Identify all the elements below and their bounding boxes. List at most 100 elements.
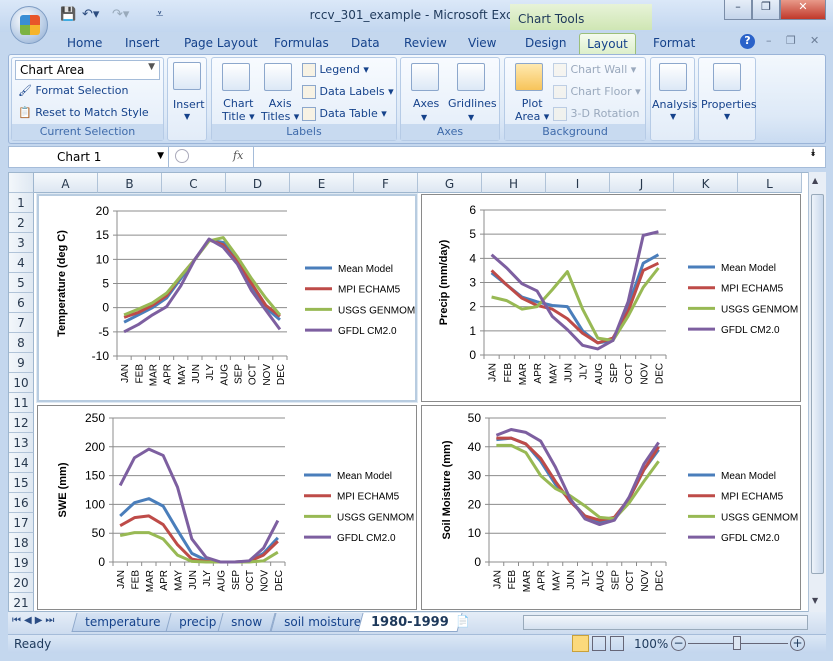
zoom-level[interactable]: 100%	[634, 637, 668, 651]
column-header[interactable]: L	[738, 173, 802, 193]
workbook-minimize-icon[interactable]: –	[766, 34, 772, 47]
formula-input[interactable]	[253, 147, 818, 167]
column-header[interactable]: J	[610, 173, 674, 193]
reset-label: Reset to Match Style	[35, 106, 149, 119]
properties-icon	[713, 63, 741, 91]
name-box-value: Chart 1	[57, 150, 102, 164]
sheet-nav-icons[interactable]: ⏮◀▶⏭	[12, 615, 57, 626]
sheet-tab-temperature[interactable]: temperature	[71, 613, 174, 632]
3d-rotation-button[interactable]: 3-D Rotation	[553, 107, 639, 121]
zoom-slider-thumb[interactable]	[733, 636, 741, 650]
tab-page-layout[interactable]: Page Layout	[184, 36, 258, 50]
axis-titles-button[interactable]: Axis Titles ▾	[261, 97, 299, 123]
gridlines-button[interactable]: Gridlines ▼	[448, 97, 497, 123]
data-labels-button[interactable]: Data Labels ▾	[302, 85, 394, 99]
vertical-scrollbar[interactable]: ▲ ▼	[808, 172, 826, 612]
column-header[interactable]: B	[98, 173, 162, 193]
row-header[interactable]: 3	[9, 233, 34, 253]
sheet-tab-1980-1999[interactable]: 1980-1999	[357, 613, 463, 632]
sheet-tab-snow[interactable]: snow	[217, 613, 276, 632]
scroll-down-icon[interactable]: ▼	[812, 596, 818, 605]
column-header[interactable]: C	[162, 173, 226, 193]
expand-formula-bar-icon[interactable]: ⯯	[810, 148, 816, 159]
column-header[interactable]: K	[674, 173, 738, 193]
row-header[interactable]: 1	[9, 193, 34, 213]
row-header[interactable]: 12	[9, 413, 34, 433]
tab-home[interactable]: Home	[67, 36, 102, 50]
close-button[interactable]: ✕	[780, 0, 826, 20]
row-header[interactable]: 9	[9, 353, 34, 373]
tab-format[interactable]: Format	[653, 36, 695, 50]
scroll-up-icon[interactable]: ▲	[812, 176, 818, 185]
chevron-down-icon: ▼	[670, 112, 677, 121]
row-header[interactable]: 18	[9, 533, 34, 553]
row-header[interactable]: 14	[9, 453, 34, 473]
column-header[interactable]: G	[418, 173, 482, 193]
row-header[interactable]: 11	[9, 393, 34, 413]
row-header[interactable]: 16	[9, 493, 34, 513]
y-tick-label: 5	[102, 277, 109, 291]
normal-view-button[interactable]	[572, 635, 589, 652]
row-header[interactable]: 21	[9, 593, 34, 611]
row-header[interactable]: 6	[9, 293, 34, 313]
analysis-button[interactable]: Analysis ▼	[650, 57, 697, 141]
tab-view[interactable]: View	[468, 36, 496, 50]
column-header[interactable]: H	[482, 173, 546, 193]
axes-button[interactable]: Axes ▼	[413, 97, 439, 123]
chart-1[interactable]: -10 -5 0 5 10 15 20 JAN FEB MAR APR MAY JUN JLY AUG SEP…	[36, 193, 418, 403]
tab-data[interactable]: Data	[351, 36, 380, 50]
select-all-corner[interactable]	[9, 173, 34, 193]
page-layout-view-button[interactable]	[592, 636, 606, 651]
page-break-view-button[interactable]	[610, 636, 624, 651]
y-tick-label: 6	[469, 203, 476, 217]
row-header[interactable]: 7	[9, 313, 34, 333]
chart-2[interactable]: 0 1 2 3 4 5 6 JAN FEB MAR APR MAY JUN JLY AUG SEP OCT NOV…	[421, 194, 801, 402]
row-header[interactable]: 17	[9, 513, 34, 533]
insert-worksheet-icon[interactable]: 📄	[456, 615, 470, 628]
workbook-close-icon[interactable]: ✕	[810, 34, 819, 47]
data-labels-icon	[302, 85, 316, 99]
tab-formulas[interactable]: Formulas	[274, 36, 329, 50]
format-selection-button[interactable]: 🖌 Format Selection	[18, 84, 128, 97]
row-header[interactable]: 2	[9, 213, 34, 233]
zoom-in-button[interactable]: +	[790, 636, 805, 651]
row-header[interactable]: 4	[9, 253, 34, 273]
properties-button[interactable]: Properties ▼	[698, 57, 757, 141]
row-header[interactable]: 8	[9, 333, 34, 353]
tab-review[interactable]: Review	[404, 36, 447, 50]
chart-floor-button[interactable]: Chart Floor ▾	[553, 85, 641, 99]
chart-element-dropdown[interactable]: Chart Area ▼	[15, 60, 160, 80]
data-table-button[interactable]: Data Table ▾	[302, 107, 387, 121]
reset-to-match-style-button[interactable]: 📋 Reset to Match Style	[18, 106, 149, 119]
chart-title-button[interactable]: Chart Title ▾	[222, 97, 255, 123]
column-header[interactable]: I	[546, 173, 610, 193]
row-header[interactable]: 10	[9, 373, 34, 393]
minimize-button[interactable]: –	[724, 0, 752, 20]
tab-layout[interactable]: Layout	[579, 33, 636, 55]
chart-wall-button[interactable]: Chart Wall ▾	[553, 63, 636, 77]
legend-button[interactable]: Legend ▾	[302, 63, 369, 77]
plot-area-button[interactable]: Plot Area ▾	[515, 97, 549, 123]
row-header[interactable]: 20	[9, 573, 34, 593]
chart-3[interactable]: 0 50 100 150 200 250 JAN FEB MAR APR MAY JUN JLY AUG S…	[37, 405, 417, 610]
row-header[interactable]: 5	[9, 273, 34, 293]
column-header[interactable]: F	[354, 173, 418, 193]
help-icon[interactable]: ?	[740, 34, 755, 49]
chart-4[interactable]: 0 10 20 30 40 50 JAN FEB MAR APR MAY JUN JLY AUG SEP OC…	[421, 405, 801, 610]
zoom-out-button[interactable]: −	[671, 636, 686, 651]
tab-insert[interactable]: Insert	[125, 36, 159, 50]
column-header[interactable]: D	[226, 173, 290, 193]
tab-design[interactable]: Design	[525, 36, 566, 50]
group-insert[interactable]: Insert ▼	[167, 57, 207, 141]
insert-function-button[interactable]: fx	[233, 149, 243, 162]
horizontal-scrollbar[interactable]	[523, 615, 808, 630]
restore-button[interactable]: ❐	[752, 0, 780, 20]
row-header[interactable]: 19	[9, 553, 34, 573]
scroll-thumb[interactable]	[811, 194, 824, 574]
column-header[interactable]: E	[290, 173, 354, 193]
row-header[interactable]: 15	[9, 473, 34, 493]
row-header[interactable]: 13	[9, 433, 34, 453]
workbook-restore-icon[interactable]: ❐	[786, 34, 796, 47]
name-box[interactable]: Chart 1 ▼	[9, 147, 169, 167]
column-header[interactable]: A	[34, 173, 98, 193]
